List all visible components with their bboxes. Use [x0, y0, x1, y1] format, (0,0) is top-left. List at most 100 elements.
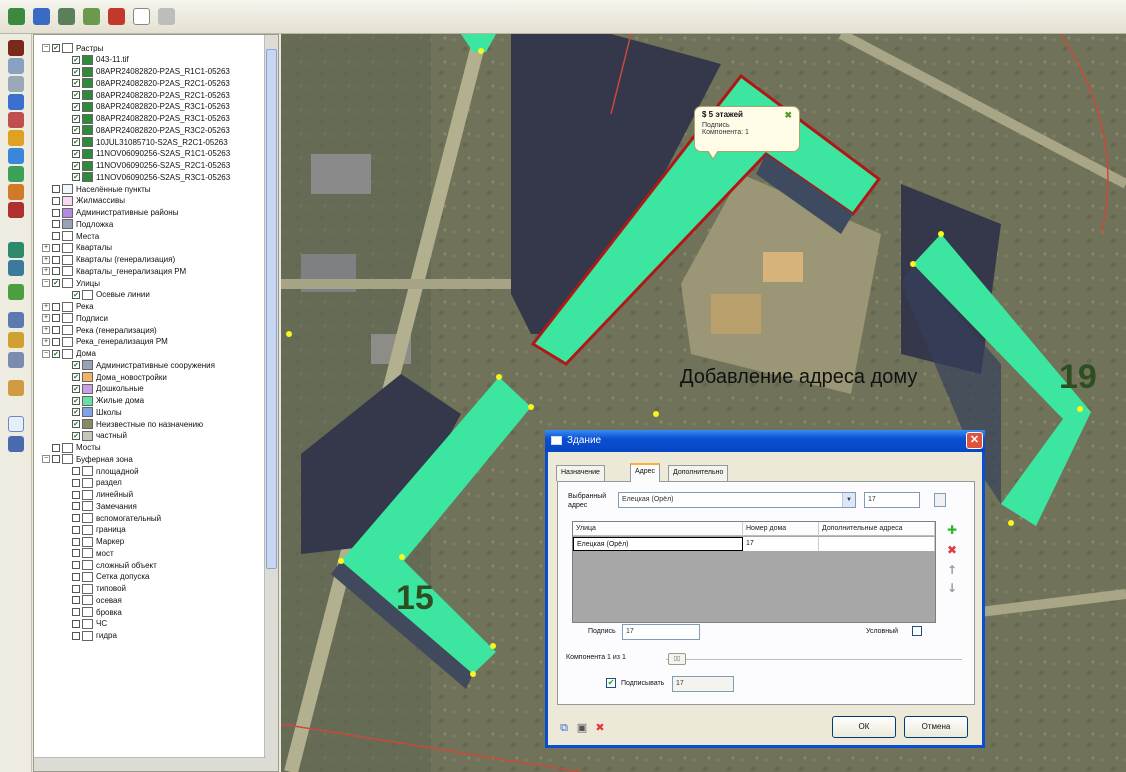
layer-visibility-checkbox[interactable] — [72, 537, 80, 546]
cell-extra-addresses[interactable] — [819, 537, 935, 551]
layer-visibility-checkbox[interactable]: ✔ — [72, 384, 80, 393]
layer-visibility-checkbox[interactable]: ✔ — [72, 431, 80, 440]
tree-item[interactable]: гидра — [62, 630, 117, 642]
tree-item[interactable]: + Кварталы_генерализация РМ — [42, 265, 186, 277]
layer-visibility-checkbox[interactable]: ✔ — [72, 67, 80, 76]
layer-visibility-checkbox[interactable] — [52, 208, 60, 217]
layer-visibility-checkbox[interactable]: ✔ — [52, 349, 60, 358]
layer-visibility-checkbox[interactable] — [72, 490, 80, 499]
layer-visibility-checkbox[interactable]: ✔ — [72, 149, 80, 158]
tree-item[interactable]: ✔ 10JUL31085710-S2AS_R2C1-05263 — [62, 136, 228, 148]
chevron-down-icon[interactable]: ▼ — [842, 493, 855, 507]
edit-icon[interactable] — [58, 8, 75, 25]
tree-item[interactable]: − ✔ Дома — [42, 348, 96, 360]
layer-visibility-checkbox[interactable] — [72, 608, 80, 616]
collapse-icon[interactable]: − — [42, 279, 50, 287]
grid-icon[interactable] — [8, 76, 24, 92]
layer-visibility-checkbox[interactable] — [52, 243, 60, 252]
report-icon[interactable] — [8, 436, 24, 452]
cell-house-number[interactable]: 17 — [743, 537, 819, 551]
stack-icon[interactable] — [8, 352, 24, 368]
tree-item[interactable]: − ✔ Растры — [42, 42, 103, 54]
tab-address[interactable]: Адрес — [630, 463, 661, 482]
tree-item[interactable]: + Подписи — [42, 312, 108, 324]
layer-visibility-checkbox[interactable]: ✔ — [72, 55, 80, 64]
layer-visibility-checkbox[interactable]: ✔ — [72, 373, 80, 381]
shield-icon[interactable] — [8, 260, 24, 276]
tree-item[interactable]: ✔ 11NOV06090256-S2AS_R1C1-05263 — [62, 148, 230, 160]
signature-field[interactable]: 17 — [622, 624, 700, 640]
street-combo[interactable]: Елецкая (Орёл) ▼ — [618, 492, 856, 508]
layer-visibility-checkbox[interactable] — [72, 619, 80, 628]
layer-visibility-checkbox[interactable] — [52, 314, 60, 323]
tree-item[interactable]: ✔ частный — [62, 430, 127, 442]
layer-visibility-checkbox[interactable] — [72, 478, 80, 487]
layer-visibility-checkbox[interactable] — [72, 467, 80, 475]
layer-visibility-checkbox[interactable] — [52, 455, 60, 464]
leaf-icon[interactable] — [8, 284, 24, 300]
layer-visibility-checkbox[interactable] — [72, 561, 80, 569]
column-header-house-number[interactable]: Номер дома — [743, 522, 819, 536]
expand-icon[interactable]: + — [42, 243, 50, 252]
layer-visibility-checkbox[interactable]: ✔ — [72, 161, 80, 170]
tree-item[interactable]: ✔ 11NOV06090256-S2AS_R2C1-05263 — [62, 160, 230, 172]
layer-visibility-checkbox[interactable] — [72, 596, 80, 605]
tree-item[interactable]: Сетка допуска — [62, 571, 149, 583]
layer-visibility-checkbox[interactable]: ✔ — [72, 396, 80, 405]
layer-visibility-checkbox[interactable]: ✔ — [72, 114, 80, 123]
tree-item[interactable]: раздел — [62, 477, 122, 489]
tree-item[interactable]: Мосты — [42, 442, 101, 454]
layer-visibility-checkbox[interactable]: ✔ — [52, 44, 60, 52]
layer-visibility-checkbox[interactable] — [52, 302, 60, 311]
expand-icon[interactable]: + — [42, 255, 50, 264]
layer-visibility-checkbox[interactable] — [52, 196, 60, 205]
tree-item[interactable]: Замечания — [62, 500, 137, 512]
cell-street[interactable]: Елецкая (Орёл) — [573, 537, 743, 551]
tree-item[interactable]: + Река (генерализация) — [42, 324, 157, 336]
layer-visibility-checkbox[interactable]: ✔ — [72, 408, 80, 417]
layer-visibility-checkbox[interactable]: ✔ — [72, 138, 80, 146]
expand-icon[interactable]: + — [42, 337, 50, 346]
tree-item[interactable]: линейный — [62, 489, 133, 501]
tree-item[interactable]: − ✔ Улицы — [42, 277, 100, 289]
tree-item[interactable]: площадной — [62, 465, 139, 477]
layer-visibility-checkbox[interactable] — [72, 502, 80, 511]
dialog-close-button[interactable]: ✕ — [966, 432, 983, 449]
tree-item[interactable]: ✔ Дошкольные — [62, 383, 144, 395]
tree-item[interactable]: ✔ 08APR24082820-P2AS_R3C1-05263 — [62, 101, 230, 113]
factory-icon[interactable] — [8, 202, 24, 218]
expand-icon[interactable]: + — [42, 302, 50, 311]
layer-visibility-checkbox[interactable] — [52, 255, 60, 264]
address-book-icon[interactable] — [934, 493, 946, 507]
tree-item[interactable]: Административные районы — [42, 207, 178, 219]
ok-button[interactable]: ОК — [832, 716, 896, 738]
sign-checkbox[interactable]: ✔ — [606, 678, 616, 688]
table-row[interactable]: Елецкая (Орёл) 17 — [573, 537, 935, 551]
layer-visibility-checkbox[interactable]: ✔ — [72, 91, 80, 99]
help-icon[interactable] — [8, 416, 24, 432]
sign-value-field[interactable]: 17 — [672, 676, 734, 692]
add-row-icon[interactable]: ✚ — [946, 524, 958, 536]
tree-item[interactable]: Подложка — [42, 218, 113, 230]
tree-item[interactable]: ✔ 08APR24082820-P2AS_R2C1-05263 — [62, 77, 230, 89]
tree-item[interactable]: Жилмассивы — [42, 195, 125, 207]
tree-item[interactable]: ✔ Жилые дома — [62, 395, 144, 407]
move-down-icon[interactable]: ↓ — [946, 582, 958, 594]
tree-item[interactable]: ✔ Неизвестные по назначению — [62, 418, 203, 430]
photo-icon[interactable] — [8, 112, 24, 128]
page-icon[interactable] — [133, 8, 150, 25]
tree-item[interactable]: ✔ 11NOV06090256-S2AS_R3C1-05263 — [62, 171, 230, 183]
layer-visibility-checkbox[interactable]: ✔ — [72, 79, 80, 88]
wand-icon[interactable] — [8, 380, 24, 396]
tree-vertical-scrollbar[interactable] — [264, 35, 278, 771]
expand-icon[interactable]: + — [42, 326, 50, 334]
paste-icon[interactable]: ▣ — [576, 722, 588, 734]
layer-visibility-checkbox[interactable] — [72, 525, 80, 534]
tree-item[interactable]: ✔ 08APR24082820-P2AS_R1C1-05263 — [62, 66, 230, 78]
layer-visibility-checkbox[interactable]: ✔ — [52, 279, 60, 287]
tree-item[interactable]: типовой — [62, 583, 126, 595]
pencil-icon[interactable] — [8, 130, 24, 146]
tree-item[interactable]: ✔ 08APR24082820-P2AS_R3C1-05263 — [62, 113, 230, 125]
tree-item[interactable]: ✔ Осевые линии — [62, 289, 150, 301]
layer-visibility-checkbox[interactable] — [52, 232, 60, 240]
